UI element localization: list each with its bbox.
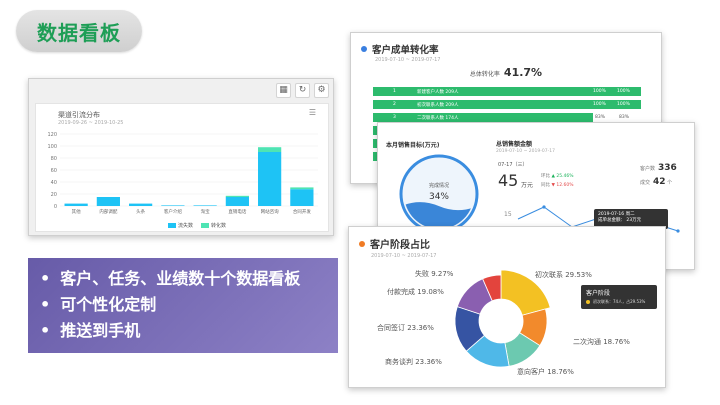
yellow-dot-icon: [586, 300, 590, 304]
funnel-pct: 100%: [593, 89, 606, 94]
bar-convert: [258, 147, 282, 152]
y-tick-label: 120: [47, 132, 57, 138]
y-tick-label: 80: [51, 156, 57, 162]
bar-loss: [225, 197, 249, 206]
calendar-icon[interactable]: ▦: [276, 83, 291, 98]
channel-bar-chart: 0 20 40 60 80 100 120 其他 内部调配 头条 客户介绍 淘宝 直销电话 网站咨询 合同开…: [47, 132, 318, 215]
bar-loss: [64, 203, 88, 206]
panel-toolbar: ▦ ↻ ⚙: [276, 83, 329, 98]
stage-tooltip: 客户阶段 初次联系：74人，占29.53%: [581, 285, 657, 309]
y-tick-label: 60: [51, 168, 57, 174]
bar-loss: [193, 205, 217, 206]
funnel-pct: 100%: [617, 89, 630, 94]
line-point: [542, 205, 546, 209]
bullet-item: 客户、任务、业绩数十个数据看板: [40, 266, 326, 292]
refresh-icon[interactable]: ↻: [295, 83, 310, 98]
x-tick-label: 其他: [72, 208, 81, 215]
bar-convert: [290, 187, 314, 190]
slice-label: 意向客户 18.76%: [517, 368, 574, 376]
channel-distribution-panel: ▦ ↻ ⚙ 渠道引流分布 2019-09-26 ~ 2019-10-25 ☰ 0…: [28, 78, 334, 236]
bar-loss: [290, 189, 314, 206]
slice-label: 合同签订 23.36%: [377, 324, 434, 332]
bar-loss: [129, 203, 153, 206]
y-tick: 15: [504, 211, 512, 218]
bullet-item: 可个性化定制: [40, 292, 326, 318]
slice-label: 二次沟通 18.76%: [573, 338, 630, 346]
x-tick-label: 内部调配: [99, 208, 117, 215]
bar-loss: [258, 152, 282, 206]
funnel-row[interactable]: 3 二次联系人数 174人: [373, 113, 593, 122]
x-tick-label: 头条: [136, 208, 145, 215]
bar-loss: [161, 205, 185, 206]
funnel-pct: 100%: [593, 102, 606, 107]
funnel-pct: 83%: [619, 115, 630, 120]
page-title: 数据看板: [37, 20, 121, 45]
gear-icon[interactable]: ⚙: [314, 83, 329, 98]
x-tick-label: 客户介绍: [164, 208, 182, 215]
x-tick-label: 合同开发: [293, 208, 311, 215]
line-point: [676, 229, 680, 233]
chart-card: 渠道引流分布 2019-09-26 ~ 2019-10-25 ☰ 0 20 40 60…: [35, 103, 329, 232]
bar-loss: [96, 197, 120, 206]
chart-legend: 流失数 转化数: [168, 222, 226, 229]
funnel-pct: 100%: [617, 102, 630, 107]
x-tick-label: 直销电话: [228, 208, 246, 215]
customer-stage-panel: 客户阶段占比 2019-07-10 ~ 2019-07-17 初次联系 29.5…: [348, 226, 666, 388]
funnel-pct: 83%: [595, 115, 606, 120]
slice-label: 付款完成 19.08%: [387, 288, 444, 296]
legend-item-loss[interactable]: 流失数: [168, 222, 193, 229]
slice-label: 初次联系 29.53%: [535, 271, 592, 279]
y-tick-label: 40: [51, 180, 57, 186]
y-tick-label: 100: [47, 144, 57, 150]
x-tick-label: 网站咨询: [261, 208, 279, 215]
slice-label: 商务谈判 23.36%: [385, 358, 442, 366]
x-tick-label: 淘宝: [201, 208, 210, 215]
blue-dot-icon: [361, 46, 367, 52]
page-title-pill: 数据看板: [16, 10, 142, 52]
y-tick-label: 0: [54, 204, 57, 210]
conversion-title: 客户成单转化率: [361, 42, 439, 56]
slice-label: 失败 9.27%: [415, 270, 454, 278]
conversion-date: 2019-07-10 ~ 2019-07-17: [375, 57, 441, 63]
feature-bullets: 客户、任务、业绩数十个数据看板 可个性化定制 推送到手机: [28, 258, 338, 353]
y-tick-label: 20: [51, 192, 57, 198]
bar-convert: [225, 195, 249, 197]
legend-item-convert[interactable]: 转化数: [201, 222, 226, 229]
bullet-item: 推送到手机: [40, 318, 326, 344]
conversion-rate: 总体转化率 41.7%: [469, 66, 543, 79]
